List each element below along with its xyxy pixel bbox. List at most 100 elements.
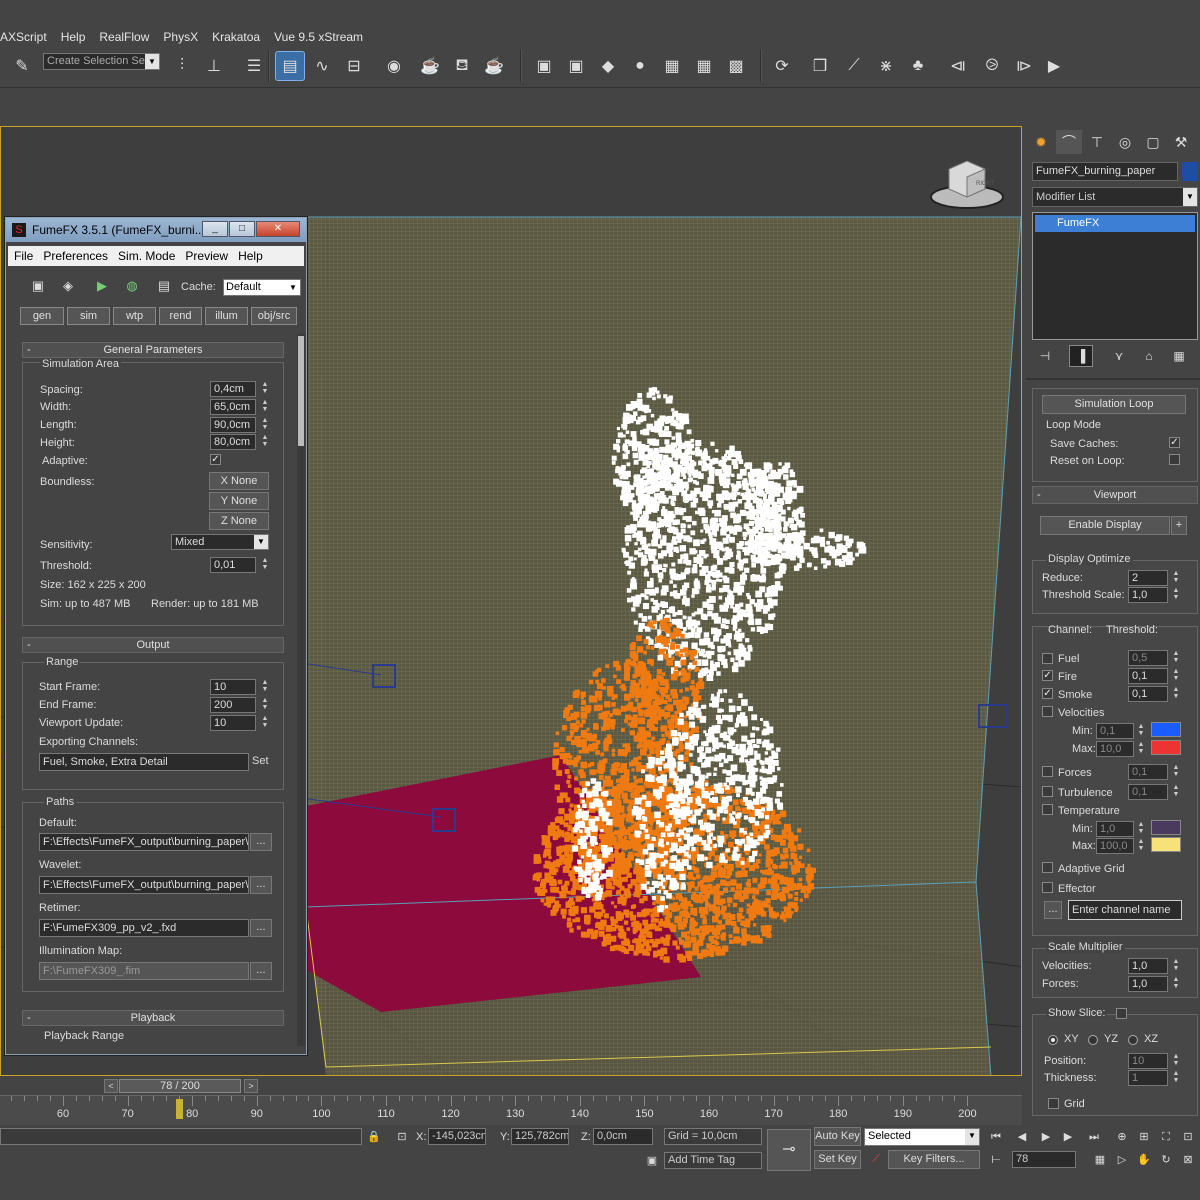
maximize-viewport-icon[interactable]: ⊠ xyxy=(1180,1152,1196,1168)
menu-realflow[interactable]: RealFlow xyxy=(99,30,149,44)
fumefx-menu-sim-mode[interactable]: Sim. Mode xyxy=(118,249,175,263)
play-back-icon[interactable]: ⧏ xyxy=(944,52,972,80)
time-tag-icon[interactable]: ▣ xyxy=(644,1153,660,1169)
current-frame-marker[interactable] xyxy=(176,1099,184,1119)
time-slider-thumb[interactable]: 78 / 200 xyxy=(119,1079,241,1093)
turbulence-threshold-field[interactable]: 0,1 xyxy=(1128,784,1168,800)
save-caches-checkbox[interactable]: ✓ xyxy=(1169,437,1180,448)
fumefx-menu-file[interactable]: File xyxy=(14,249,33,263)
curve-editor-icon[interactable]: ∿ xyxy=(308,52,336,80)
previous-frame-button[interactable]: < xyxy=(104,1079,118,1093)
slice-yz-radio[interactable] xyxy=(1088,1035,1098,1045)
spinner-icon[interactable]: ▲ ▼ xyxy=(260,715,270,731)
velocity-min-color-swatch[interactable] xyxy=(1151,722,1181,737)
spinner-icon[interactable]: ▲ ▼ xyxy=(260,399,270,415)
fire-checkbox[interactable]: ✓ xyxy=(1042,670,1053,681)
rendered-frame-icon[interactable]: ⛾ xyxy=(448,52,476,80)
motion-tab-icon[interactable]: ◎ xyxy=(1112,130,1138,154)
channel-name-input[interactable]: Enter channel name xyxy=(1068,900,1182,920)
orbit-icon[interactable]: ↻ xyxy=(1158,1152,1174,1168)
spinner-icon[interactable]: ▲ ▼ xyxy=(1136,821,1146,837)
mirror-icon[interactable]: ⫶ xyxy=(168,52,196,80)
zoom-icon[interactable]: ⊕ xyxy=(1114,1129,1130,1145)
temperature-min-field[interactable]: 1,0 xyxy=(1096,821,1134,837)
close-button[interactable]: ✕ xyxy=(256,221,300,237)
pan-view-icon[interactable]: ✋ xyxy=(1136,1152,1152,1168)
threshold-scale-field[interactable]: 1,0 xyxy=(1128,587,1168,603)
render-setup-icon[interactable]: ☕ xyxy=(416,52,444,80)
make-unique-icon[interactable]: ⋎ xyxy=(1108,346,1130,366)
time-configuration-icon[interactable]: ▦ xyxy=(1092,1152,1108,1168)
scrollbar-thumb[interactable] xyxy=(298,336,304,446)
vue-plant-icon[interactable]: ♣ xyxy=(904,52,932,80)
start-wavelet-sim-icon[interactable]: ◍ xyxy=(122,276,142,296)
default-path-field[interactable]: F:\Effects\FumeFX_output\burning_paper\ xyxy=(39,833,249,851)
temperature-min-color-swatch[interactable] xyxy=(1151,820,1181,835)
spinner-icon[interactable]: ▲ ▼ xyxy=(260,417,270,433)
add-time-tag-field[interactable]: Add Time Tag xyxy=(664,1152,762,1169)
start-default-sim-icon[interactable]: ▶ xyxy=(92,276,112,296)
tab-gen[interactable]: gen xyxy=(20,307,64,325)
preview-icon[interactable]: ▶ xyxy=(1040,52,1068,80)
spinner-icon[interactable]: ▲ ▼ xyxy=(260,381,270,397)
selection-set-field[interactable]: Create Selection Se ▼ xyxy=(43,53,160,70)
realflow-icon[interactable]: ⟳ xyxy=(768,52,796,80)
slice-grid-checkbox[interactable] xyxy=(1048,1098,1059,1109)
tab-illum[interactable]: illum xyxy=(205,307,248,325)
maxwell-n-icon[interactable]: ◆ xyxy=(594,52,622,80)
fumefx-title-bar[interactable]: S FumeFX 3.5.1 (FumeFX_burni... _ □ ✕ xyxy=(6,218,306,242)
z-coordinate-field[interactable]: 0,0cm xyxy=(593,1128,653,1145)
schematic-view-icon[interactable]: ⊟ xyxy=(340,52,368,80)
spinner-icon[interactable]: ▲ ▼ xyxy=(260,434,270,450)
configure-sets-icon[interactable]: ▦ xyxy=(1168,346,1190,366)
set-channels-button[interactable]: Set xyxy=(252,755,269,767)
illumination-map-browse-button[interactable]: ... xyxy=(250,962,272,980)
simulation-loop-button[interactable]: Simulation Loop xyxy=(1042,395,1186,414)
menu-help[interactable]: Help xyxy=(61,30,86,44)
width-field[interactable]: 65,0cm xyxy=(210,399,256,415)
smoke-checkbox[interactable]: ✓ xyxy=(1042,688,1053,699)
key-filters-button[interactable]: Key Filters... xyxy=(888,1150,980,1169)
slice-position-field[interactable]: 10 xyxy=(1128,1053,1168,1069)
menu-maxscript[interactable]: AXScript xyxy=(0,30,47,44)
forces-checkbox[interactable] xyxy=(1042,766,1053,777)
scale-forces-field[interactable]: 1,0 xyxy=(1128,976,1168,992)
general-parameters-header[interactable]: - General Parameters xyxy=(22,342,284,358)
start-frame-field[interactable]: 10 xyxy=(210,679,256,695)
temperature-max-color-swatch[interactable] xyxy=(1151,837,1181,852)
minimize-button[interactable]: _ xyxy=(202,221,228,237)
field-of-view-icon[interactable]: ▷ xyxy=(1114,1152,1130,1168)
slice-xz-radio[interactable] xyxy=(1128,1035,1138,1045)
spinner-icon[interactable]: ▲ ▼ xyxy=(1171,650,1181,666)
tab-sim[interactable]: sim xyxy=(67,307,110,325)
auto-key-button[interactable]: Auto Key xyxy=(814,1127,861,1146)
scale-velocities-field[interactable]: 1,0 xyxy=(1128,958,1168,974)
next-frame-icon[interactable]: ▶ xyxy=(1060,1129,1076,1145)
fuel-threshold-field[interactable]: 0,5 xyxy=(1128,650,1168,666)
open-preview-icon[interactable]: ▣ xyxy=(28,276,48,296)
cache-manager-icon[interactable]: ▤ xyxy=(154,276,174,296)
spinner-icon[interactable]: ▲ ▼ xyxy=(1171,784,1181,800)
zoom-extents-all-icon[interactable]: ⊡ xyxy=(1180,1129,1196,1145)
spinner-icon[interactable]: ▲ ▼ xyxy=(1171,976,1181,992)
velocities-checkbox[interactable] xyxy=(1042,706,1053,717)
y-coordinate-field[interactable]: 125,782cm xyxy=(511,1128,569,1145)
threshold-field[interactable]: 0,01 xyxy=(210,557,256,573)
cache-select[interactable]: Default ▼ xyxy=(223,279,301,296)
sensitivity-select[interactable]: Mixed ▼ xyxy=(171,534,269,550)
end-frame-field[interactable]: 200 xyxy=(210,697,256,713)
menu-vue[interactable]: Vue 9.5 xStream xyxy=(274,30,363,44)
temperature-checkbox[interactable] xyxy=(1042,804,1053,815)
fumefx-menu-help[interactable]: Help xyxy=(238,249,263,263)
physx-wand-icon[interactable]: ⟋ xyxy=(840,52,868,80)
maxwell-bin-icon[interactable]: ▩ xyxy=(722,52,750,80)
height-field[interactable]: 80,0cm xyxy=(210,434,256,450)
material-editor-icon[interactable]: ◉ xyxy=(380,52,408,80)
retimer-path-field[interactable]: F:\FumeFX309_pp_v2_.fxd xyxy=(39,919,249,937)
key-mode-icon[interactable]: ⊢ xyxy=(988,1152,1004,1168)
tab-rend[interactable]: rend xyxy=(159,307,202,325)
velocity-max-color-swatch[interactable] xyxy=(1151,740,1181,755)
reduce-field[interactable]: 2 xyxy=(1128,570,1168,586)
spinner-icon[interactable]: ▲ ▼ xyxy=(1136,838,1146,854)
illumination-map-field[interactable]: F:\FumeFX309_.fim xyxy=(39,962,249,980)
